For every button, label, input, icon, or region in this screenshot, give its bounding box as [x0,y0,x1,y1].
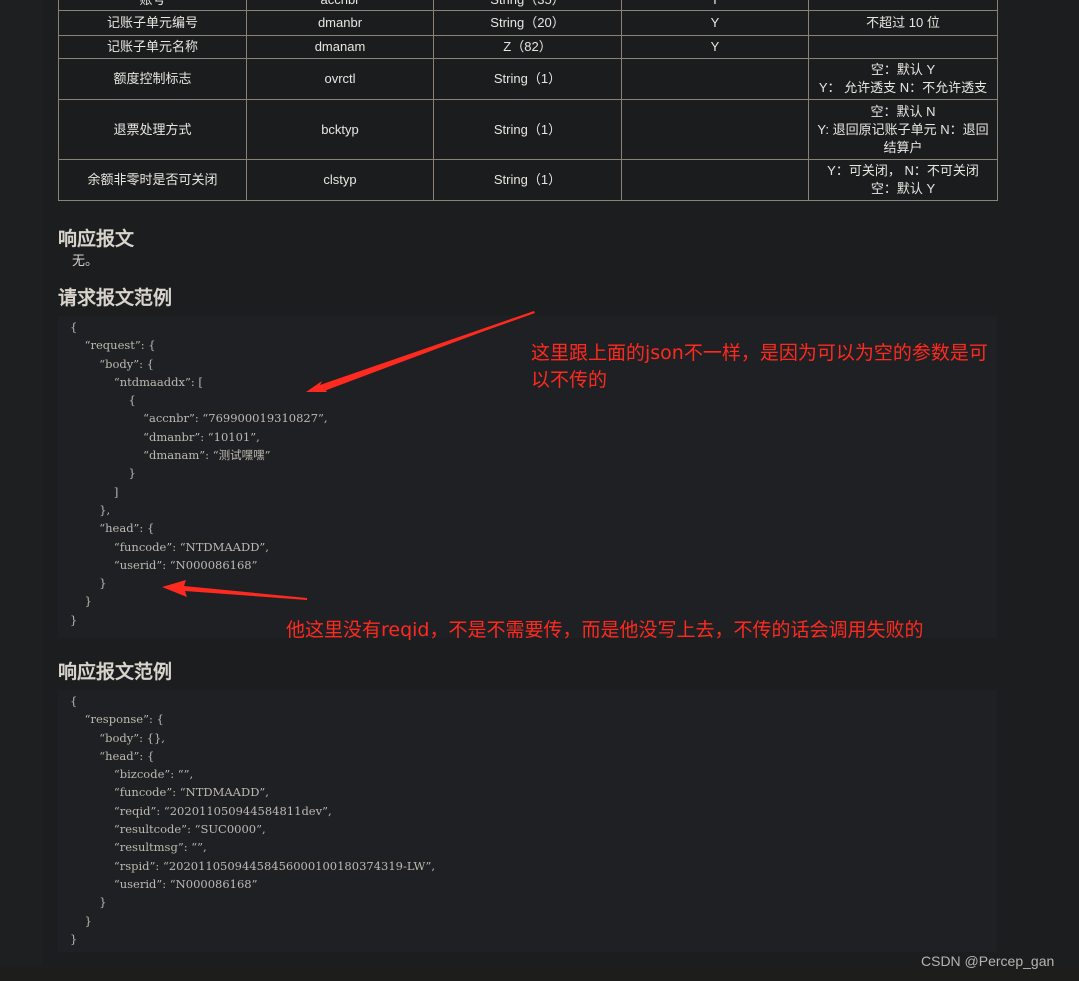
param-type-cell: String（35） [433,0,622,11]
code-line: { [70,320,78,334]
param-required-cell: Y [621,35,809,59]
code-line: “rspid”: “202011050944584560001001803743… [70,858,436,873]
param-field-cell: ovrctl [246,58,434,100]
param-note-cell: Y：可关闭， N：不可关闭 空：默认 Y [808,159,998,201]
table-row: 额度控制标志 ovrctl String（1） 空：默认 Y Y： 允许透支 N：不允许… [58,58,998,100]
param-required-cell: Y [621,10,809,36]
code-line: “resultmsg”: “”, [70,840,207,855]
param-name-cell: 退票处理方式 [58,99,247,160]
annotation-note-line: 以不传的 [531,369,608,391]
table-row: 记账子单元编号 dmanbr String（20） Y 不超过 10 位 [58,10,998,36]
code-line: “dmanam”: “测试嘿嘿” [70,448,271,463]
param-note-line: 空：默认 Y [870,62,936,77]
param-field-cell: accnbr [246,0,434,11]
param-required-cell [621,99,809,160]
param-name-cell: 额度控制标志 [58,58,247,100]
param-required-cell: Y [621,0,809,11]
code-line: “userid”: “N000086168” [70,557,258,572]
table-row: 余额非零时是否可关闭 clstyp String（1） Y：可关闭， N：不可关闭 空：… [58,159,998,201]
param-note-line: Y: 退回原记账子单元 N：退回 [817,121,989,137]
annotation-note-reqid: 他这里没有reqid，不是不需要传，而是他没写上去，不传的话会调用失败的 [286,619,924,641]
param-note-cell [808,0,998,11]
param-note-cell: 不超过 10 位 [808,10,998,36]
code-line: “reqid”: “202011050944584811dev”, [70,803,332,818]
param-note-cell: 空：默认 Y Y： 允许透支 N：不允许透支 [808,58,998,100]
code-line: } [70,931,78,946]
param-field-cell: dmanbr [246,10,434,36]
param-field-cell: bcktyp [246,99,434,160]
param-name-cell: 记账子单元名称 [58,35,247,59]
param-field-cell: clstyp [246,159,434,201]
response-heading: 响应报文 [58,229,135,250]
request-example-heading: 请求报文范例 [58,288,173,309]
code-line: “body”: {}, [70,730,165,745]
param-required-cell [621,58,809,100]
request-params-table: 账号accnbrString（35）Y记账子单元编号dmanbrString（2… [58,0,998,201]
param-field-cell: dmanam [246,35,434,59]
code-line: “funcode”: “NTDMAADD”, [70,785,269,800]
code-line: ] [70,484,119,499]
code-line: “dmanbr”: “10101”, [70,429,260,444]
response-example-heading: 响应报文范例 [58,662,173,683]
param-note-line: 不超过 10 位 [866,15,940,30]
param-name-cell: 记账子单元编号 [58,10,247,36]
code-line: } [70,594,92,609]
annotation-note-json-diff: 这里跟上面的json不一样，是因为可以为空的参数是可 以不传的 [531,340,988,394]
table-row: 退票处理方式 bcktyp String（1） 空：默认 N Y: 退回原记账子单元 N… [58,99,998,160]
watermark: CSDN @Percep_gan [921,953,1055,969]
param-type-cell: String（1） [433,58,622,100]
code-line: “bizcode”: “”, [70,767,194,782]
code-line: “funcode”: “NTDMAADD”, [70,539,269,554]
param-note-line: Y：可关闭， N：不可关闭 [827,163,979,178]
param-note-line: 结算户 [883,139,923,155]
param-required-cell [621,159,809,201]
response-example-code: { “response”: { “body”: {}, “head”: { “b… [58,690,997,952]
table-row: 账号accnbrString（35）Y [58,0,998,11]
param-note-cell [808,35,998,59]
param-note-line: 空：默认 N [870,103,936,119]
param-type-cell: String（1） [433,99,622,160]
code-line: } [70,466,136,481]
response-none-text: 无。 [72,253,99,268]
code-line: }, [70,502,111,517]
code-line: } [70,913,92,928]
code-line: “response”: { [70,712,164,727]
param-note-cell: 空：默认 N Y: 退回原记账子单元 N：退回 结算户 [808,99,998,160]
param-name-cell: 余额非零时是否可关闭 [58,159,247,201]
code-line: “userid”: “N000086168” [70,876,258,891]
code-line: { [70,694,78,708]
code-line: “head”: { [70,748,155,763]
table-row: 记账子单元名称 dmanam Z（82） Y [58,35,998,59]
left-rail [0,0,43,981]
param-type-cell: Z（82） [433,35,622,59]
param-note-line: Y： 允许透支 N：不允许透支 [818,80,988,95]
code-line: “head”: { [70,521,155,536]
param-name-cell: 账号 [58,0,247,11]
annotation-note-line: 这里跟上面的json不一样，是因为可以为空的参数是可 [531,342,988,364]
code-line: } [70,895,107,910]
param-type-cell: String（20） [433,10,622,36]
param-note-line: 空：默认 Y [870,181,936,196]
code-line: “resultcode”: “SUC0000”, [70,822,266,837]
code-line: } [70,576,107,591]
bottom-strip [0,966,1079,981]
param-type-cell: String（1） [433,159,622,201]
code-line: “accnbr”: “769900019310827”, [70,411,328,426]
